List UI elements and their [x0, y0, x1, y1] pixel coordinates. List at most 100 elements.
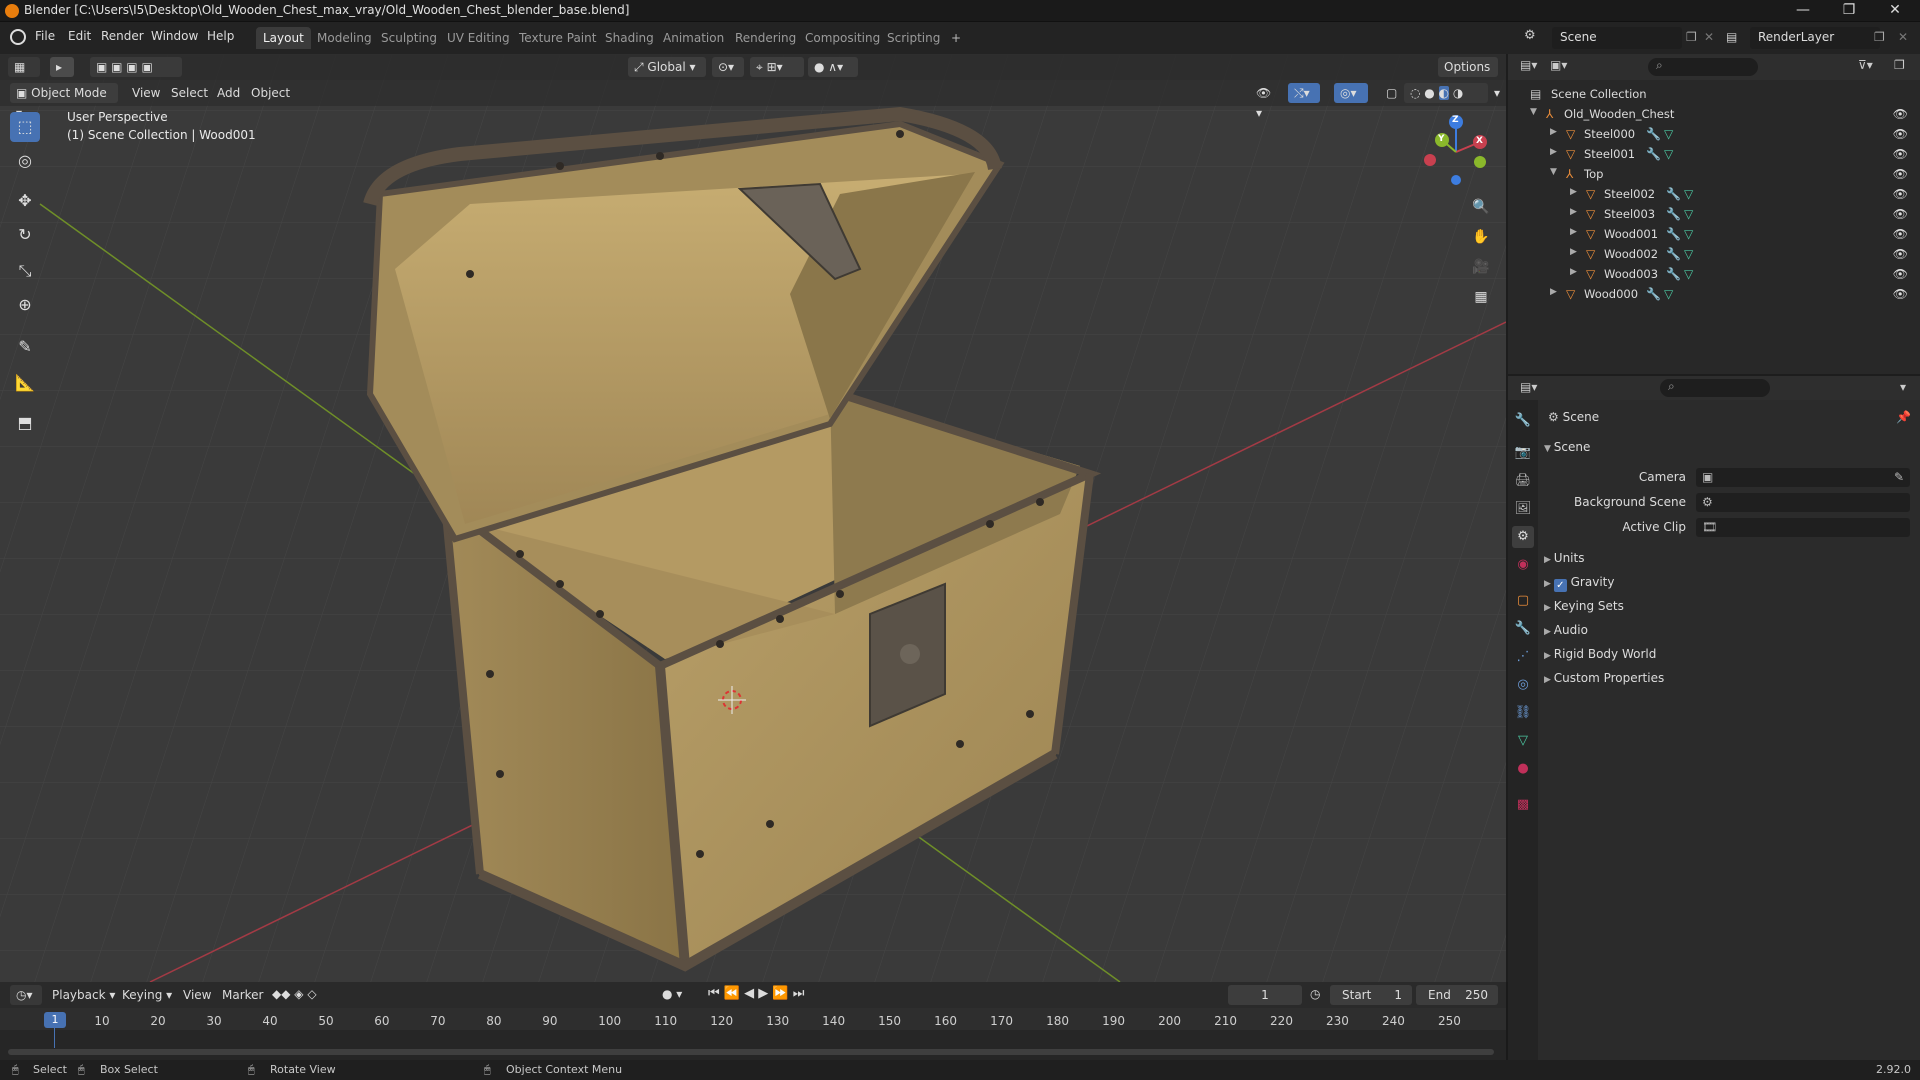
viewport-menu-add[interactable]: Add: [217, 86, 240, 100]
shading-modes[interactable]: ◌ ● ◐ ◑: [1404, 83, 1488, 103]
tab-material-icon[interactable]: ●: [1512, 758, 1534, 780]
current-frame-field[interactable]: 1: [1228, 985, 1302, 1005]
tab-tool-icon[interactable]: 🔧: [1512, 410, 1534, 432]
mesh-data-icon[interactable]: ▽: [1684, 207, 1693, 221]
tab-shading[interactable]: Shading: [598, 27, 661, 49]
3d-viewport[interactable]: [0, 54, 1506, 982]
modifier-icon[interactable]: 🔧: [1666, 187, 1681, 201]
navigation-gizmo[interactable]: Z X Y: [1420, 112, 1500, 192]
tab-layout[interactable]: Layout: [256, 27, 311, 49]
outliner-row-scene-collection[interactable]: ▤ Scene Collection: [1508, 84, 1920, 104]
timeline-track[interactable]: [0, 1030, 1506, 1060]
expanded-triangle-icon[interactable]: ▼: [1530, 107, 1537, 117]
measure-tool-icon[interactable]: 📐: [10, 368, 40, 398]
active-clip-field[interactable]: 🎞: [1696, 518, 1910, 537]
visibility-eye-icon[interactable]: 👁: [1893, 207, 1908, 221]
tab-output-icon[interactable]: 🖨: [1512, 470, 1534, 492]
close-button[interactable]: ✕: [1872, 0, 1918, 22]
delete-scene-icon[interactable]: ✕: [1704, 30, 1714, 44]
collapsed-triangle-icon[interactable]: ▶: [1550, 287, 1557, 297]
mesh-data-icon[interactable]: ▽: [1684, 187, 1693, 201]
tab-physics-icon[interactable]: ◎: [1512, 674, 1534, 696]
collapsed-triangle-icon[interactable]: ▶: [1570, 187, 1577, 197]
playhead-frame-indicator[interactable]: 1: [44, 1012, 66, 1028]
background-scene-field[interactable]: ⚙: [1696, 493, 1910, 512]
snap-icon[interactable]: ⌖ ⊞▾: [750, 57, 804, 77]
mesh-data-icon[interactable]: ▽: [1684, 247, 1693, 261]
tab-texture-icon[interactable]: ▩: [1512, 794, 1534, 816]
scale-tool-icon[interactable]: ⤡: [10, 256, 40, 286]
viewport-menu-view[interactable]: View: [132, 86, 160, 100]
visibility-eye-icon[interactable]: 👁: [1893, 247, 1908, 261]
camera-view-icon[interactable]: 🎥: [1468, 254, 1494, 280]
proportional-edit-icon[interactable]: ● ∧▾: [808, 57, 858, 77]
pan-hand-icon[interactable]: ✋: [1468, 224, 1494, 250]
select-box-tool-icon[interactable]: ⬚: [10, 112, 40, 142]
transform-orientation-dropdown[interactable]: ⤢ Global ▾: [628, 57, 706, 77]
editor-type-icon[interactable]: ▦: [8, 57, 40, 77]
view-layer-selector[interactable]: RenderLayer: [1750, 27, 1880, 49]
record-button-icon[interactable]: ● ▾: [662, 987, 682, 1001]
tab-object-icon[interactable]: ▢: [1512, 590, 1534, 612]
menu-window[interactable]: Window: [151, 29, 198, 43]
collapsed-triangle-icon[interactable]: ▶: [1550, 147, 1557, 157]
eyedropper-icon[interactable]: ✎: [1894, 470, 1904, 484]
tab-world-icon[interactable]: ◉: [1512, 554, 1534, 576]
move-tool-icon[interactable]: ✥: [10, 186, 40, 216]
outliner-search-input[interactable]: ⌕: [1648, 58, 1758, 76]
collapsed-triangle-icon[interactable]: ▶: [1550, 127, 1557, 137]
outliner-row[interactable]: ▶ ▽ Steel002 🔧 ▽ 👁: [1508, 184, 1920, 204]
collapsed-triangle-icon[interactable]: ▶: [1570, 267, 1577, 277]
timeline-scrollbar[interactable]: [8, 1049, 1494, 1055]
gizmo-toggle-icon[interactable]: ⤭▾: [1288, 83, 1320, 103]
cursor-tool-icon[interactable]: ◎: [10, 146, 40, 176]
expanded-triangle-icon[interactable]: ▼: [1550, 167, 1557, 177]
tab-scene-icon[interactable]: ⚙: [1512, 526, 1534, 548]
menu-edit[interactable]: Edit: [68, 29, 91, 43]
visibility-eye-icon[interactable]: 👁: [1893, 267, 1908, 281]
pivot-point-icon[interactable]: ⊙▾: [712, 57, 744, 77]
tab-animation[interactable]: Animation: [656, 27, 731, 49]
tab-sculpting[interactable]: Sculpting: [374, 27, 444, 49]
start-frame-field[interactable]: Start 1: [1330, 985, 1412, 1005]
select-mode-icons[interactable]: ▣ ▣ ▣ ▣: [90, 57, 182, 77]
modifier-icon[interactable]: 🔧: [1646, 127, 1661, 141]
tab-particles-icon[interactable]: ⋰: [1512, 646, 1534, 668]
playback-controls[interactable]: ⏮ ⏪ ◀ ▶ ⏩ ⏭: [708, 986, 804, 1001]
new-scene-icon[interactable]: ❐: [1686, 30, 1697, 44]
properties-editor-icon[interactable]: ▤▾: [1520, 380, 1537, 394]
collapsed-triangle-icon[interactable]: ▶: [1570, 227, 1577, 237]
outliner-row[interactable]: ▶ ▽ Wood003 🔧 ▽ 👁: [1508, 264, 1920, 284]
add-cube-tool-icon[interactable]: ⬒: [10, 408, 40, 438]
menu-help[interactable]: Help: [207, 29, 234, 43]
outliner-row[interactable]: ▶ ▽ Steel000 🔧 ▽ 👁: [1508, 124, 1920, 144]
visibility-eye-icon[interactable]: 👁: [1893, 127, 1908, 141]
keyframe-icons[interactable]: ◆◆ ◈ ◇: [272, 987, 317, 1001]
menu-file[interactable]: File: [35, 29, 55, 43]
view-layer-icon[interactable]: ▤: [1726, 30, 1737, 44]
units-section[interactable]: ▶ Units: [1544, 551, 1584, 573]
modifier-icon[interactable]: 🔧: [1666, 267, 1681, 281]
viewport-menu-object[interactable]: Object: [251, 86, 290, 100]
properties-search-input[interactable]: ⌕: [1660, 379, 1770, 397]
properties-options-icon[interactable]: ▾: [1900, 380, 1906, 394]
transform-tool-icon[interactable]: ⊕: [10, 290, 40, 320]
ortho-grid-icon[interactable]: ▦: [1468, 284, 1494, 310]
scene-icon[interactable]: ⚙: [1524, 28, 1544, 48]
new-view-layer-icon[interactable]: ❐: [1874, 30, 1885, 44]
clock-icon[interactable]: ◷: [1310, 987, 1320, 1001]
tab-render-icon[interactable]: 📷: [1512, 442, 1534, 464]
xray-icon[interactable]: ▢: [1380, 83, 1398, 103]
collapsed-triangle-icon[interactable]: ▶: [1570, 247, 1577, 257]
rotate-tool-icon[interactable]: ↻: [10, 220, 40, 250]
visibility-eye-icon[interactable]: 👁: [1893, 287, 1908, 301]
outliner-row[interactable]: ▶ ▽ Wood000 🔧 ▽ 👁: [1508, 284, 1920, 304]
tab-texture-paint[interactable]: Texture Paint: [512, 27, 603, 49]
outliner-row[interactable]: ▼ ⅄ Old_Wooden_Chest 👁: [1508, 104, 1920, 124]
rigid-body-world-section[interactable]: ▶ Rigid Body World: [1544, 647, 1656, 669]
mesh-data-icon[interactable]: ▽: [1684, 267, 1693, 281]
modifier-icon[interactable]: 🔧: [1646, 147, 1661, 161]
outliner-row[interactable]: ▶ ▽ Steel001 🔧 ▽ 👁: [1508, 144, 1920, 164]
gravity-section[interactable]: ▶ ✓ Gravity: [1544, 575, 1614, 597]
timeline-menu-marker[interactable]: Marker: [222, 988, 263, 1002]
